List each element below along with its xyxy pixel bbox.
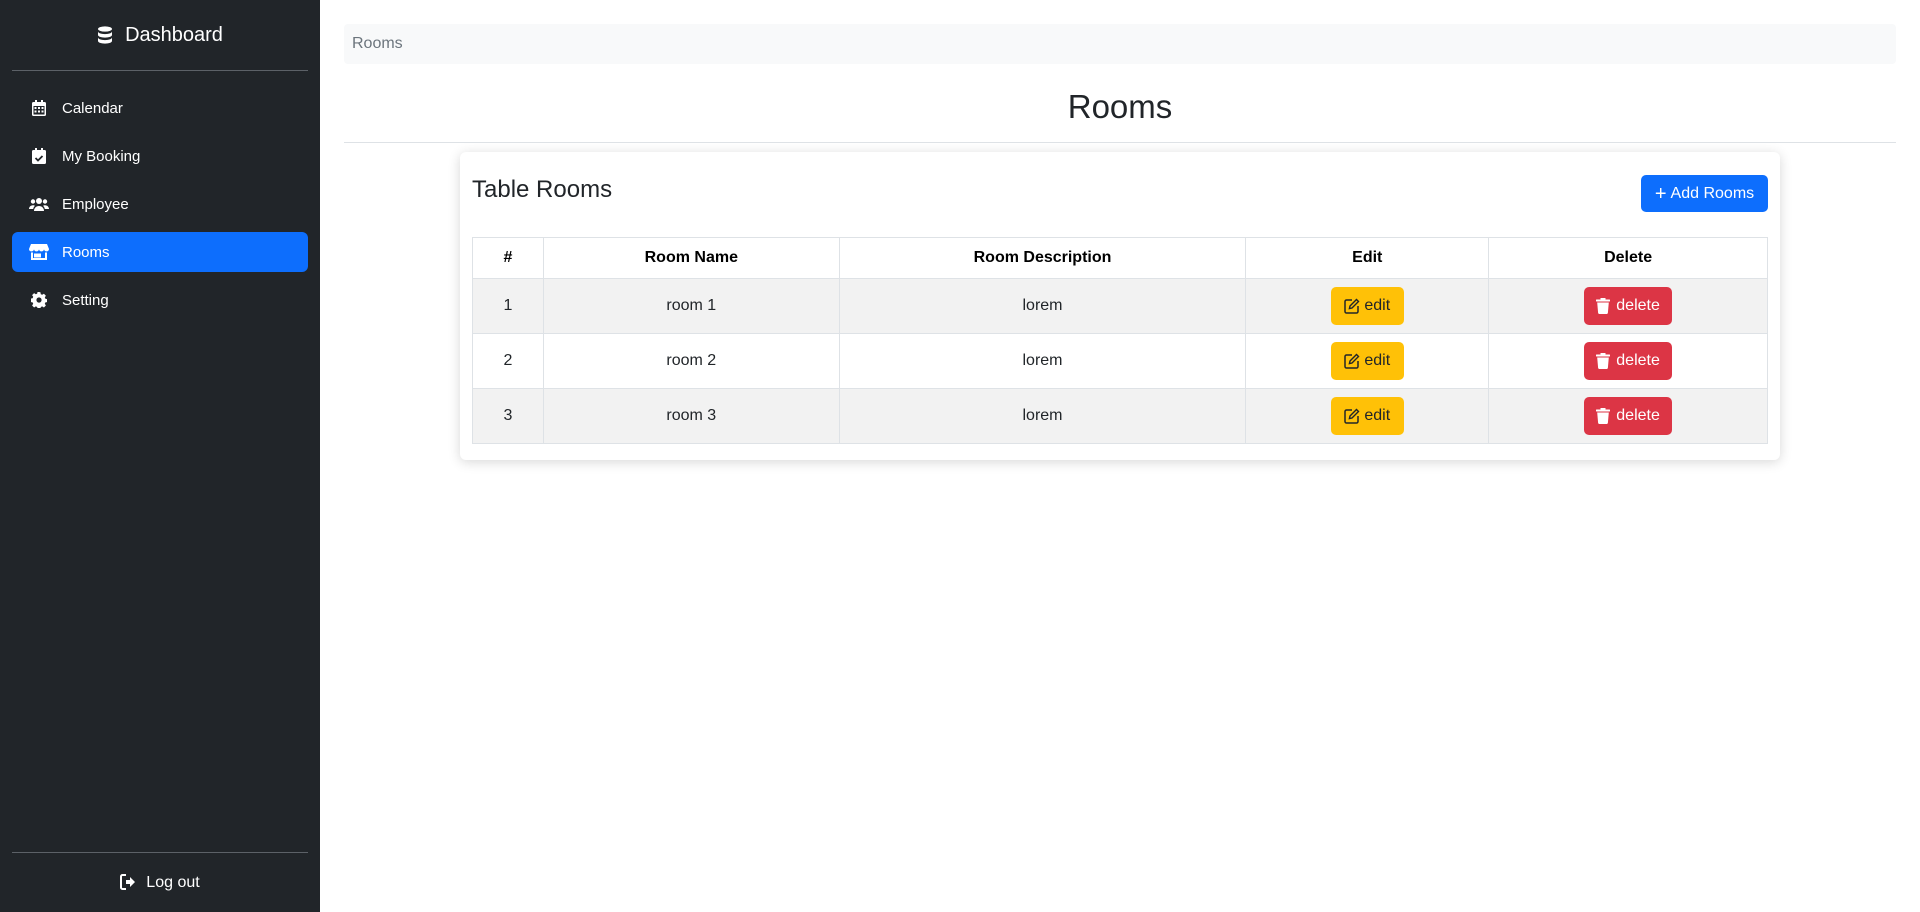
- database-icon: [97, 26, 113, 44]
- breadcrumb: Rooms: [344, 24, 1896, 64]
- main-content: Rooms Rooms Table Rooms + Add Rooms # Ro…: [320, 0, 1920, 912]
- logout-button[interactable]: Log out: [120, 873, 200, 892]
- sidebar-item-rooms[interactable]: Rooms: [12, 232, 308, 272]
- brand-label: Dashboard: [125, 23, 223, 46]
- sidebar-footer: Log out: [12, 852, 308, 912]
- sidebar-item-setting[interactable]: Setting: [12, 280, 308, 320]
- breadcrumb-item[interactable]: Rooms: [352, 35, 403, 53]
- delete-cell: delete: [1488, 278, 1768, 334]
- column-header: #: [472, 237, 544, 279]
- sidebar-item-my-booking[interactable]: My Booking: [12, 136, 308, 176]
- column-header: Edit: [1245, 237, 1490, 279]
- card-title: Table Rooms: [472, 176, 613, 203]
- edit-icon: [1344, 408, 1360, 424]
- delete-button[interactable]: delete: [1584, 397, 1673, 435]
- table-row: 3 room 3 lorem edit delete: [472, 388, 1768, 444]
- delete-button[interactable]: delete: [1584, 287, 1673, 325]
- add-rooms-button[interactable]: + Add Rooms: [1641, 175, 1768, 212]
- sidebar-item-label: My Booking: [62, 147, 141, 165]
- delete-label: delete: [1616, 297, 1660, 314]
- calendar-check-icon: [28, 147, 50, 165]
- column-header: Room Name: [542, 237, 840, 279]
- delete-button[interactable]: delete: [1584, 342, 1673, 380]
- edit-label: edit: [1364, 352, 1391, 369]
- edit-cell: edit: [1245, 333, 1490, 389]
- rooms-table: # Room Name Room Description Edit Delete…: [472, 237, 1768, 444]
- edit-button[interactable]: edit: [1330, 397, 1404, 435]
- row-number: 3: [472, 388, 544, 444]
- edit-button[interactable]: edit: [1330, 287, 1404, 325]
- sidebar-brand[interactable]: Dashboard: [12, 0, 308, 71]
- sidebar-item-employee[interactable]: Employee: [12, 184, 308, 224]
- room-name: room 1: [542, 278, 840, 334]
- sidebar-item-label: Setting: [62, 291, 109, 309]
- edit-label: edit: [1364, 407, 1391, 424]
- delete-label: delete: [1616, 407, 1660, 424]
- edit-label: edit: [1364, 297, 1391, 314]
- edit-icon: [1344, 353, 1360, 369]
- plus-icon: +: [1654, 182, 1667, 205]
- table-header-row: # Room Name Room Description Edit Delete: [472, 237, 1768, 279]
- sidebar-nav: Calendar My Booking Employee Rooms Setti…: [12, 88, 308, 328]
- delete-label: delete: [1616, 352, 1660, 369]
- edit-button[interactable]: edit: [1330, 342, 1404, 380]
- gear-icon: [28, 291, 50, 309]
- store-icon: [28, 243, 50, 261]
- row-number: 1: [472, 278, 544, 334]
- delete-cell: delete: [1488, 333, 1768, 389]
- sidebar-item-label: Rooms: [62, 243, 110, 261]
- table-row: 2 room 2 lorem edit delete: [472, 333, 1768, 389]
- trash-icon: [1596, 353, 1612, 369]
- trash-icon: [1596, 298, 1612, 314]
- users-icon: [28, 195, 50, 213]
- edit-icon: [1344, 298, 1360, 314]
- delete-cell: delete: [1488, 388, 1768, 444]
- edit-cell: edit: [1245, 388, 1490, 444]
- add-rooms-label: Add Rooms: [1670, 184, 1755, 202]
- sign-out-icon: [120, 873, 138, 892]
- room-description: lorem: [838, 388, 1247, 444]
- row-number: 2: [472, 333, 544, 389]
- page-title: Rooms: [344, 80, 1896, 143]
- sidebar-item-calendar[interactable]: Calendar: [12, 88, 308, 128]
- column-header: Room Description: [838, 237, 1247, 279]
- sidebar-item-label: Calendar: [62, 99, 123, 117]
- edit-cell: edit: [1245, 278, 1490, 334]
- room-description: lorem: [838, 278, 1247, 334]
- column-header: Delete: [1488, 237, 1768, 279]
- table-row: 1 room 1 lorem edit delete: [472, 278, 1768, 334]
- trash-icon: [1596, 408, 1612, 424]
- room-description: lorem: [838, 333, 1247, 389]
- room-name: room 3: [542, 388, 840, 444]
- room-name: room 2: [542, 333, 840, 389]
- rooms-card: Table Rooms + Add Rooms # Room Name Room…: [460, 152, 1780, 460]
- logout-label: Log out: [146, 873, 200, 891]
- sidebar-item-label: Employee: [62, 195, 129, 213]
- sidebar: Dashboard Calendar My Booking Employee R…: [0, 0, 320, 912]
- calendar-icon: [28, 99, 50, 117]
